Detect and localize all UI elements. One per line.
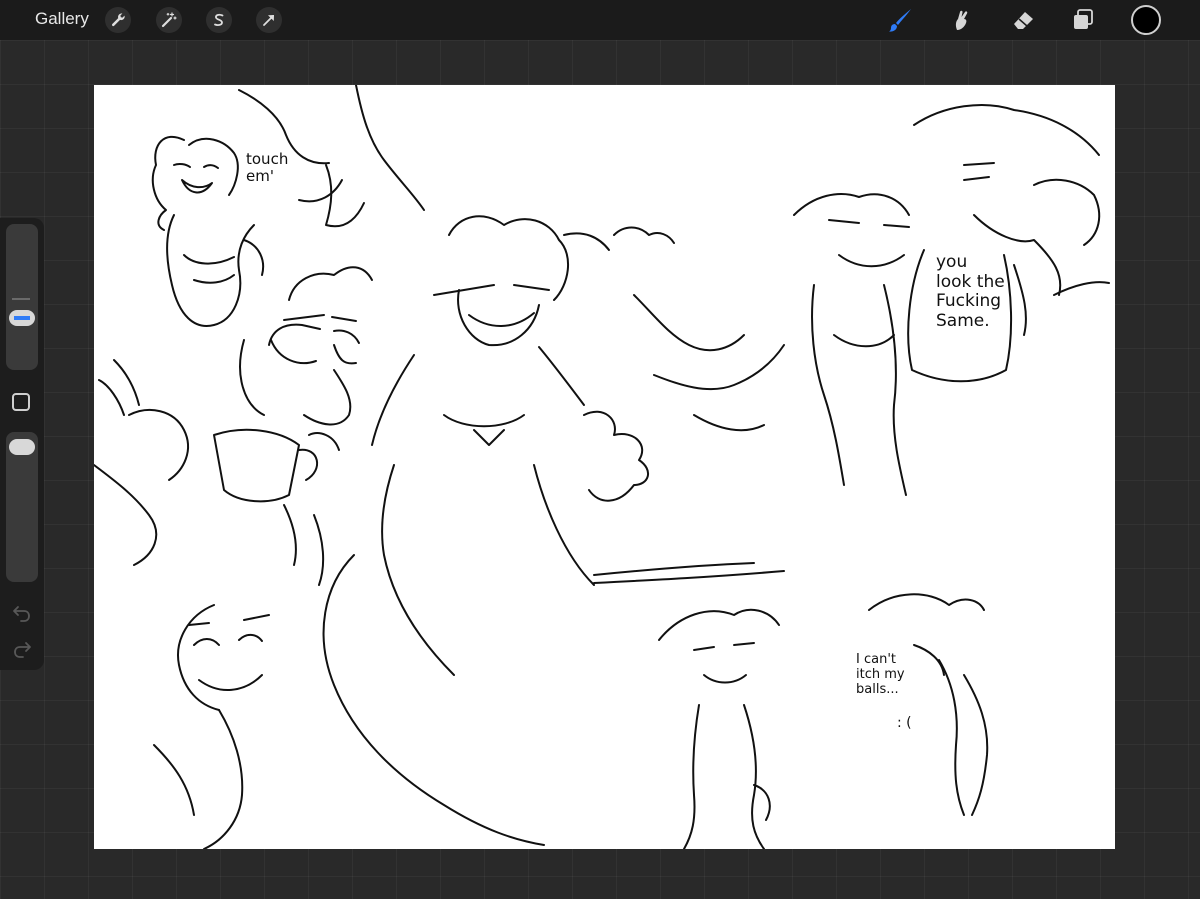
brush-size-slider[interactable] [6, 224, 38, 370]
eraser-icon [1014, 12, 1033, 29]
slider-tick [12, 298, 30, 300]
selection-s-icon [214, 13, 224, 26]
brush-size-knob[interactable] [9, 310, 35, 327]
adjustments-button[interactable] [156, 7, 182, 33]
redo-icon[interactable] [11, 638, 33, 660]
sketch-figure-bottom-left [153, 504, 325, 849]
color-swatch-button[interactable] [1131, 5, 1161, 35]
eraser-button[interactable] [1008, 5, 1038, 35]
sketch-figure-bunny [94, 359, 340, 566]
smudge-icon [955, 10, 968, 30]
transform-button[interactable] [256, 7, 282, 33]
brush-button[interactable] [885, 5, 915, 35]
selection-button[interactable] [206, 7, 232, 33]
layers-icon [1074, 9, 1093, 29]
opacity-slider[interactable] [6, 432, 38, 582]
opacity-knob[interactable] [9, 438, 35, 455]
sketch-figure-glasses [239, 266, 373, 426]
procreate-app: Gallery touch em' you look the Fucking S… [0, 0, 1200, 899]
arrow-cursor-icon [263, 15, 274, 26]
left-sidebar [0, 218, 44, 670]
sketch-text-touch: touch em' [246, 150, 289, 186]
wrench-icon [111, 13, 125, 27]
sketch-figure-bottom-right [868, 593, 989, 816]
sketch-layer [94, 85, 1110, 849]
brush-icon [889, 9, 911, 32]
sketch-figure-center [322, 215, 785, 846]
sketch-text-frown: : ( [897, 715, 912, 731]
sketch-text-same: you look the Fucking Same. [936, 252, 1005, 331]
layers-button[interactable] [1068, 5, 1098, 35]
undo-icon[interactable] [11, 602, 33, 624]
modify-square-icon[interactable] [12, 393, 30, 411]
drawing-canvas[interactable]: touch em' you look the Fucking Same. I c… [94, 85, 1115, 849]
top-toolbar: Gallery [0, 0, 1200, 40]
sketch-figure-bottom-center [658, 608, 780, 849]
actions-button[interactable] [105, 7, 131, 33]
gallery-button[interactable]: Gallery [35, 9, 89, 29]
smudge-button[interactable] [946, 5, 976, 35]
sketch-text-balls: I can't itch my balls... [856, 652, 905, 697]
magic-wand-icon [161, 12, 177, 28]
